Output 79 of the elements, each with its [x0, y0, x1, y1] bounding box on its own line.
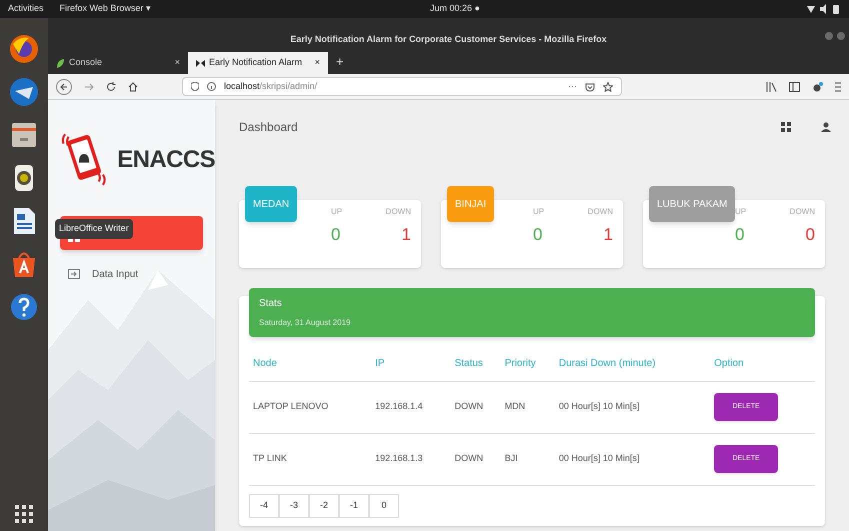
down-label: DOWN [588, 206, 613, 218]
home-icon[interactable] [128, 82, 138, 92]
table-cell: 192.168.1.4 [371, 381, 451, 433]
table-cell: TP LINK [249, 433, 372, 485]
table-cell: BJI [500, 433, 555, 485]
window-controls[interactable] [825, 32, 845, 40]
table-cell: 192.168.1.3 [371, 433, 451, 485]
table-cell: DOWN [450, 433, 501, 485]
leaf-icon [56, 58, 65, 68]
table-cell: LAPTOP LENOVO [249, 381, 372, 433]
column-header: IP [371, 347, 451, 381]
down-label: DOWN [386, 206, 411, 218]
location-badge: LUBUK PAKAM [649, 186, 736, 222]
cabinet-icon[interactable] [9, 120, 39, 150]
tab-close[interactable]: × [174, 56, 180, 70]
table-cell: 00 Hour[s] 10 Min[s] [554, 433, 710, 485]
column-header: Status [450, 347, 501, 381]
app-menu[interactable]: Firefox Web Browser ▾ [60, 2, 151, 16]
down-count: 1 [402, 224, 411, 246]
sidebar-icon[interactable] [789, 82, 800, 92]
url-text: localhost/skripsi/admin/ [224, 80, 318, 93]
table-cell: 00 Hour[s] 10 Min[s] [554, 381, 710, 433]
stats-title: Stats [259, 297, 283, 311]
tab-close[interactable]: × [314, 56, 320, 70]
column-header: Option [710, 347, 815, 381]
down-count: 1 [604, 224, 613, 246]
logo-text: ENACCS [117, 145, 215, 175]
app-grid-icon[interactable] [15, 505, 33, 523]
up-count: 0 [735, 224, 744, 246]
up-label: UP [735, 206, 746, 218]
menu-icon[interactable] [835, 82, 841, 92]
forward-icon[interactable] [84, 82, 94, 92]
down-count: 0 [806, 224, 815, 246]
column-header: Priority [500, 347, 555, 381]
table-cell: DOWN [450, 381, 501, 433]
page-button[interactable]: -3 [279, 494, 309, 518]
library-icon[interactable] [766, 82, 777, 92]
page-button[interactable]: 0 [369, 494, 399, 518]
info-icon [207, 82, 216, 91]
bird-icon[interactable] [9, 77, 39, 107]
tab-title: Console [69, 56, 104, 70]
shield-icon [191, 82, 199, 91]
bowtie-icon [196, 58, 205, 68]
column-header: Node [249, 347, 372, 381]
more-button[interactable]: ··· [568, 80, 577, 94]
up-count: 0 [533, 224, 542, 246]
clock[interactable]: Jum 00:26 ● [430, 2, 480, 16]
activities-button[interactable]: Activities [8, 2, 44, 16]
address-bar[interactable]: localhost/skripsi/admin/ ··· [182, 77, 622, 96]
extension-icon[interactable] [812, 82, 823, 92]
column-header: Durasi Down (minute) [554, 347, 710, 381]
sidebar-item[interactable]: Data Input [60, 264, 203, 284]
new-tab-button[interactable]: + [328, 52, 352, 72]
up-label: UP [533, 206, 544, 218]
person-icon[interactable] [821, 122, 831, 132]
page-title: Dashboard [239, 119, 298, 136]
login-icon [68, 269, 80, 279]
page-button[interactable]: -1 [339, 494, 369, 518]
up-count: 0 [331, 224, 340, 246]
window-title: Early Notification Alarm for Corporate Customer Services - Mozilla Firefox [290, 32, 607, 46]
tooltip: LibreOffice Writer [55, 219, 133, 238]
reload-icon[interactable] [106, 82, 116, 92]
status-icons[interactable] [807, 4, 841, 14]
down-label: DOWN [790, 206, 815, 218]
tab-title: Early Notification Alarm [209, 56, 304, 70]
browser-tab[interactable]: Early Notification Alarm × [188, 52, 328, 74]
back-icon[interactable] [56, 78, 72, 94]
pocket-icon[interactable] [585, 82, 595, 92]
help-icon[interactable] [9, 292, 39, 322]
location-badge: MEDAN [245, 186, 298, 222]
location-badge: BINJAI [447, 186, 494, 222]
star-icon[interactable] [603, 82, 613, 92]
grid-icon[interactable] [781, 122, 791, 132]
page-button[interactable]: -2 [309, 494, 339, 518]
fox-icon[interactable] [9, 34, 39, 64]
up-label: UP [331, 206, 342, 218]
page-button[interactable]: -4 [249, 494, 279, 518]
table-cell: MDN [500, 381, 555, 433]
stats-date: Saturday, 31 August 2019 [259, 317, 352, 329]
